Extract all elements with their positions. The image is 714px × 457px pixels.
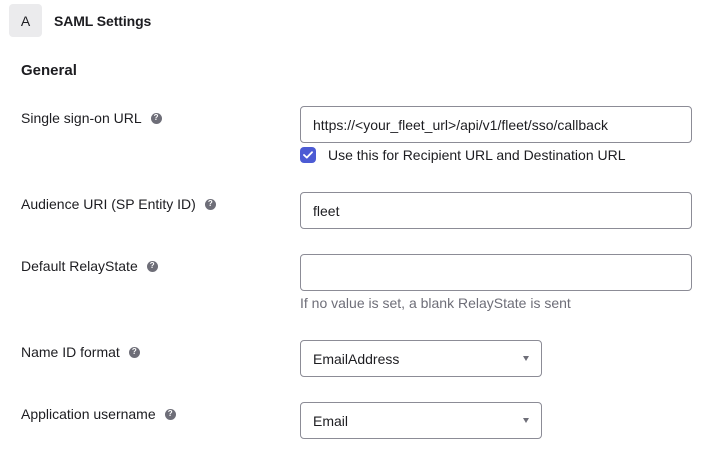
app-username-label: Application username xyxy=(21,406,156,422)
relay-state-label: Default RelayState xyxy=(21,258,138,274)
recipient-url-checkbox[interactable] xyxy=(300,147,316,163)
section-title: General xyxy=(21,62,77,79)
help-icon[interactable]: ? xyxy=(204,198,216,210)
audience-uri-label: Audience URI (SP Entity ID) xyxy=(21,196,196,212)
sso-url-label: Single sign-on URL xyxy=(21,110,142,126)
audience-uri-input[interactable] xyxy=(300,192,692,229)
relay-state-hint: If no value is set, a blank RelayState i… xyxy=(300,295,571,311)
app-username-value: Email xyxy=(313,412,349,429)
help-icon[interactable]: ? xyxy=(164,408,176,420)
app-username-select[interactable]: Email xyxy=(300,402,542,439)
relay-state-input[interactable] xyxy=(300,254,692,291)
caret-down-icon xyxy=(523,356,529,361)
help-icon[interactable]: ? xyxy=(128,346,140,358)
help-icon[interactable]: ? xyxy=(150,112,162,124)
app-username-label-row: Application username ? xyxy=(21,406,176,422)
step-badge: A xyxy=(9,4,42,37)
sso-url-label-row: Single sign-on URL ? xyxy=(21,110,162,126)
help-icon[interactable]: ? xyxy=(146,260,158,272)
relay-state-label-row: Default RelayState ? xyxy=(21,258,158,274)
header-title: SAML Settings xyxy=(54,12,152,29)
sso-url-input[interactable] xyxy=(300,106,692,143)
name-id-format-select[interactable]: EmailAddress xyxy=(300,340,542,377)
recipient-url-checkbox-row[interactable]: Use this for Recipient URL and Destinati… xyxy=(300,147,626,163)
step-header: A SAML Settings xyxy=(9,4,151,37)
audience-uri-label-row: Audience URI (SP Entity ID) ? xyxy=(21,196,216,212)
check-icon xyxy=(303,151,313,159)
caret-down-icon xyxy=(523,418,529,423)
name-id-format-value: EmailAddress xyxy=(313,350,400,367)
name-id-format-label-row: Name ID format ? xyxy=(21,344,140,360)
name-id-format-label: Name ID format xyxy=(21,344,120,360)
recipient-url-checkbox-label: Use this for Recipient URL and Destinati… xyxy=(328,147,626,163)
